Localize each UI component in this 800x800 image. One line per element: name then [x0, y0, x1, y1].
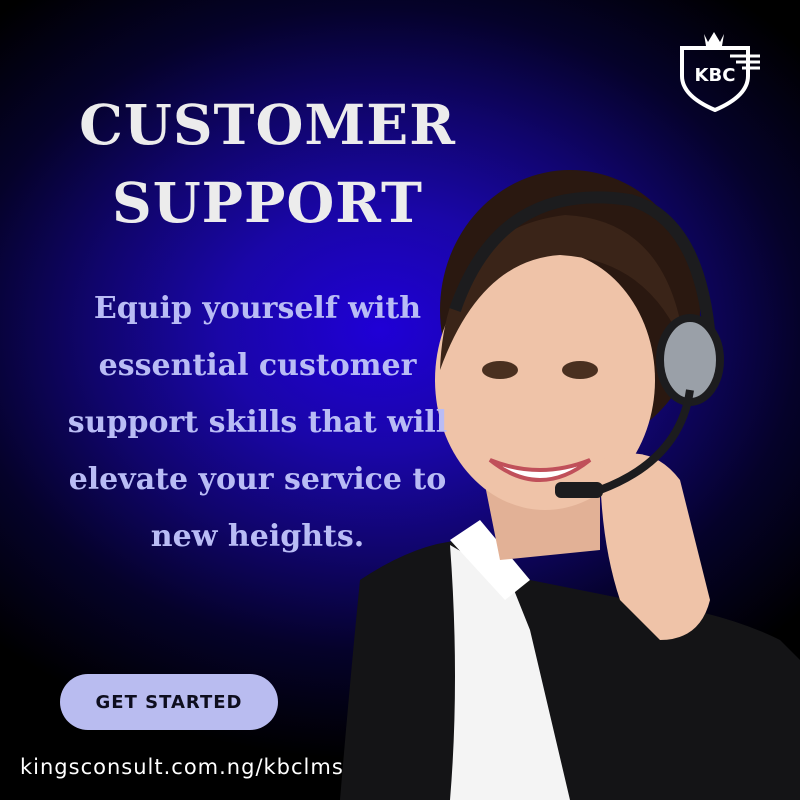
get-started-button[interactable]: GET STARTED: [60, 674, 278, 730]
website-url[interactable]: kingsconsult.com.ng/kbclms: [20, 755, 344, 779]
title-line-1: CUSTOMER: [79, 92, 456, 157]
page-title: CUSTOMER SUPPORT: [40, 86, 495, 242]
promo-banner: KBC CUSTOMER SUPPORT Equip yourself with…: [0, 0, 800, 800]
logo-text: KBC: [695, 65, 736, 86]
kbc-logo: KBC: [680, 32, 760, 112]
description-text: Equip yourself with essential customer s…: [67, 291, 448, 554]
title-line-2: SUPPORT: [112, 170, 423, 235]
